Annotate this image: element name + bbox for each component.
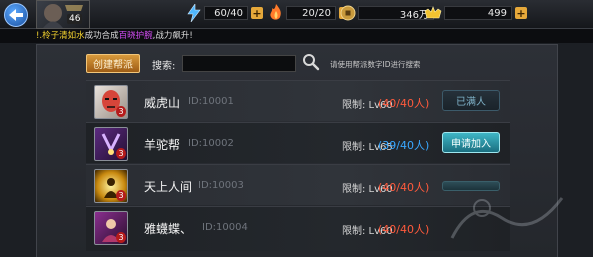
guild-rank-badge: 3 [116,106,126,117]
stamina-stat: 60/40 + [186,4,263,22]
search-button[interactable] [302,53,320,71]
guild-id: ID:10004 [202,222,248,233]
add-stamina-button[interactable]: + [251,7,263,20]
gold-stat: 499 + [424,5,527,21]
player-level: 46 [67,14,83,24]
apply-join-button[interactable]: 申请加入 [442,132,500,153]
notice-item: 百晓护腕 [118,31,153,41]
search-hint: 请使用帮派数字ID进行搜索 [330,60,421,69]
guild-name: 雅蠛蝶、 [144,222,193,236]
gold-ingot-icon [424,6,442,19]
create-guild-button[interactable]: 创建帮派 [86,54,140,73]
coins-value: 346万 [358,6,434,21]
stamina-value: 60/40 [204,6,248,20]
coin-icon [340,5,356,21]
gold-value: 499 [444,6,512,20]
guild-row[interactable]: 3 羊驼帮 ID:10002 限制: Lv65 (39/40人) 申请加入 [86,122,510,163]
search-input[interactable] [182,55,296,72]
guild-rank-badge: 3 [116,232,126,243]
guild-name: 羊驼帮 [144,138,181,152]
add-gold-button[interactable]: + [515,7,527,20]
guild-members: (40/40人) [378,223,430,236]
lightning-icon [187,4,201,22]
notice-mid: 成功合成 [84,31,119,41]
notice-suffix: ,战力飙升! [152,31,193,41]
watermark-graphic [450,197,564,239]
energy-stat: 20/20 + [268,4,351,21]
guild-id: ID:10001 [188,96,234,107]
search-label: 搜索: [152,61,176,72]
guild-rank-badge: 3 [116,190,126,201]
guild-name: 威虎山 [144,96,181,110]
guild-full-button[interactable]: 已满人 [442,90,500,111]
guild-members: (40/40人) [378,181,430,194]
top-status-bar: 46 60/40 + 20/20 + 346万 499 + [0,0,593,29]
coins-stat: 346万 [340,5,434,21]
back-arrow-icon [9,9,23,21]
flame-icon [270,4,281,20]
guild-members: (39/40人) [378,139,430,152]
guild-id: ID:10002 [188,138,234,149]
back-button[interactable] [4,3,28,27]
magnifier-icon [303,54,320,71]
guild-members: (40/40人) [378,97,430,110]
notice-player: 柃子清如水 [42,31,85,41]
guild-name: 天上人间 [144,180,193,194]
broadcast-notice: !.柃子清如水成功合成百晓护腕,战力飙升! [0,29,593,43]
guild-rank-badge: 3 [116,148,126,159]
energy-value: 20/20 [286,6,336,20]
guild-id: ID:10003 [198,180,244,191]
guild-row[interactable]: 3 威虎山 ID:10001 限制: Lv60 (40/40人) 已满人 [86,80,510,121]
